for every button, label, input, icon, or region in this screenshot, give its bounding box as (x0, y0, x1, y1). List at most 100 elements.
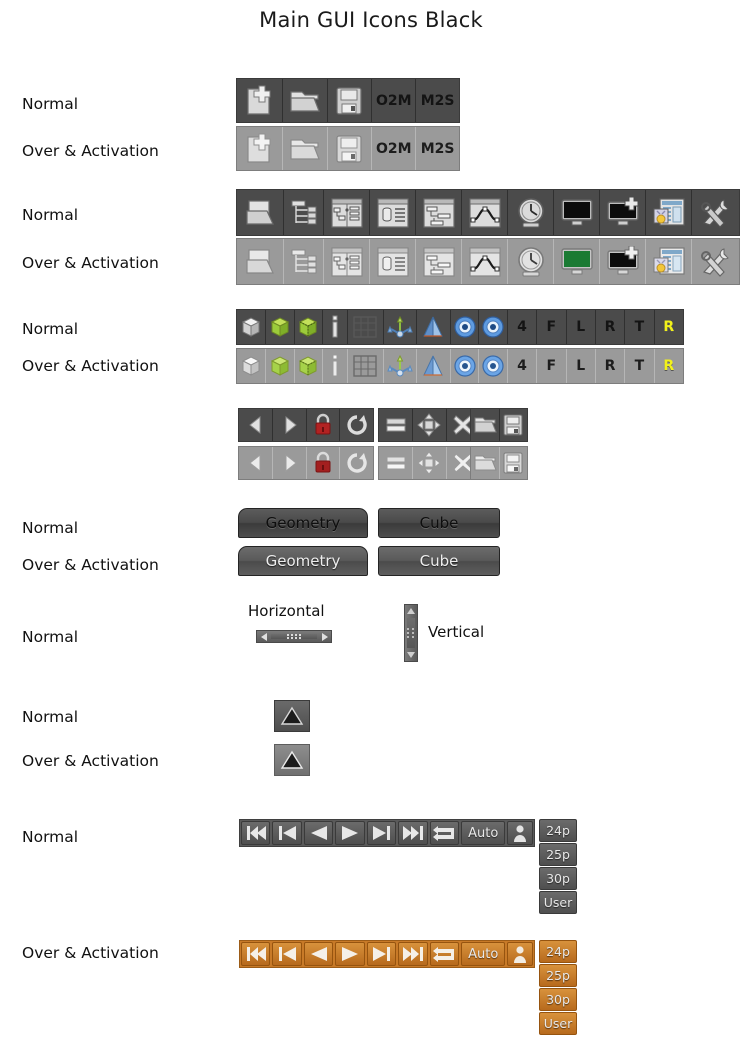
camera-eye-icon[interactable] (449, 349, 478, 383)
loop-button[interactable] (429, 942, 460, 966)
save-floppy-icon[interactable] (326, 127, 372, 170)
render-settings-icon[interactable] (645, 190, 691, 235)
window-controls-normal[interactable] (378, 408, 480, 442)
project-folder-icon[interactable] (237, 239, 283, 284)
fps-option-24p[interactable]: 24p (539, 819, 577, 842)
wire-cube-icon[interactable] (293, 310, 322, 344)
camera-eye-icon[interactable] (449, 310, 478, 344)
fps-option-30p[interactable]: 30p (539, 867, 577, 890)
info-icon[interactable] (322, 310, 347, 344)
solid-cube-icon[interactable] (265, 349, 293, 383)
tools-icon[interactable] (691, 190, 737, 235)
shaded-cube-icon[interactable] (237, 310, 265, 344)
new-file-icon[interactable] (237, 127, 282, 170)
fps-option-30p[interactable]: 30p (539, 988, 577, 1011)
viewport-icon[interactable] (553, 239, 599, 284)
loop-button[interactable] (429, 821, 460, 845)
grid-icon[interactable] (346, 310, 383, 344)
geometry-button-over[interactable]: Geometry (238, 546, 368, 576)
axis-gizmo-icon[interactable] (382, 310, 416, 344)
display-toolbar-normal[interactable]: 4 F L R T R (236, 309, 684, 345)
cube-button-normal[interactable]: Cube (378, 508, 500, 538)
view-4-button[interactable]: 4 (506, 349, 536, 383)
scroll-down-arrow-icon[interactable] (405, 648, 417, 661)
curve-editor-icon[interactable] (461, 190, 507, 235)
back-arrow-icon[interactable] (239, 447, 272, 479)
character-button[interactable] (507, 942, 534, 966)
project-folder-icon[interactable] (237, 190, 283, 235)
play-backward-button[interactable] (303, 942, 334, 966)
outliner-icon[interactable] (283, 190, 323, 235)
view-front-button[interactable]: F (536, 349, 565, 383)
outliner-icon[interactable] (283, 239, 323, 284)
fps-option-user[interactable]: User (539, 1012, 577, 1035)
fps-option-25p[interactable]: 25p (539, 843, 577, 866)
fps-option-25p[interactable]: 25p (539, 964, 577, 987)
add-viewport-icon[interactable] (599, 239, 645, 284)
shaded-cube-icon[interactable] (237, 349, 265, 383)
scroll-left-arrow-icon[interactable] (257, 631, 271, 642)
camera-eye-2-icon[interactable] (478, 349, 506, 383)
previous-frame-button[interactable] (272, 821, 302, 845)
view-top-button[interactable]: T (624, 349, 653, 383)
character-button[interactable] (507, 821, 534, 845)
view-top-button[interactable]: T (624, 310, 653, 344)
m2s-button[interactable]: M2S (415, 79, 459, 122)
timeline-clock-icon[interactable] (507, 239, 553, 284)
window-toolbar-normal[interactable] (236, 189, 740, 236)
auto-key-button[interactable]: Auto (461, 821, 506, 845)
open-folder-icon[interactable] (281, 79, 327, 122)
play-forward-button[interactable] (335, 821, 365, 845)
scroll-right-arrow-icon[interactable] (317, 631, 331, 642)
view-render-button[interactable]: R (653, 310, 683, 344)
refresh-icon[interactable] (339, 447, 373, 479)
window-controls-over[interactable] (378, 446, 480, 480)
o2m-button[interactable]: O2M (371, 127, 415, 170)
light-cone-icon[interactable] (415, 310, 450, 344)
open-folder-icon[interactable] (471, 447, 499, 479)
minimize-icon[interactable] (379, 409, 412, 441)
fit-view-icon[interactable] (412, 447, 445, 479)
m2s-button[interactable]: M2S (415, 127, 459, 170)
play-forward-button[interactable] (335, 942, 365, 966)
view-left-button[interactable]: L (565, 310, 595, 344)
cube-button-over[interactable]: Cube (378, 546, 500, 576)
skip-to-start-button[interactable] (241, 942, 271, 966)
properties-icon[interactable] (369, 190, 415, 235)
minimize-icon[interactable] (379, 447, 412, 479)
viewport-icon[interactable] (553, 190, 599, 235)
previous-frame-button[interactable] (272, 942, 302, 966)
triangle-button-over[interactable] (274, 744, 310, 776)
node-editor-icon[interactable] (323, 190, 369, 235)
view-right-button[interactable]: R (594, 310, 624, 344)
camera-eye-2-icon[interactable] (478, 310, 506, 344)
render-settings-icon[interactable] (645, 239, 691, 284)
play-backward-button[interactable] (303, 821, 334, 845)
info-icon[interactable] (322, 349, 347, 383)
vertical-scrollbar[interactable] (404, 604, 418, 662)
view-left-button[interactable]: L (565, 349, 595, 383)
triangle-button-normal[interactable] (274, 700, 310, 732)
fps-option-24p[interactable]: 24p (539, 940, 577, 963)
view-right-button[interactable]: R (594, 349, 624, 383)
refresh-icon[interactable] (339, 409, 373, 441)
tools-icon[interactable] (691, 239, 737, 284)
horizontal-scroll-thumb[interactable] (271, 634, 317, 639)
properties-icon[interactable] (369, 239, 415, 284)
file-toolbar-over[interactable]: O2M M2S (236, 126, 460, 171)
fit-view-icon[interactable] (412, 409, 445, 441)
grid-icon[interactable] (346, 349, 383, 383)
file-actions-over[interactable] (470, 446, 528, 480)
light-cone-icon[interactable] (415, 349, 450, 383)
vertical-scroll-thumb[interactable] (407, 618, 415, 648)
nav-toolbar-normal[interactable] (238, 408, 374, 442)
save-floppy-icon[interactable] (498, 409, 527, 441)
view-render-button[interactable]: R (653, 349, 683, 383)
fps-dropdown-normal[interactable]: 24p 25p 30p User (539, 819, 577, 915)
fps-option-user[interactable]: User (539, 891, 577, 914)
transport-bar-over[interactable]: Auto (239, 940, 535, 968)
wire-cube-icon[interactable] (293, 349, 322, 383)
skip-to-end-button[interactable] (398, 942, 428, 966)
add-viewport-icon[interactable] (599, 190, 645, 235)
transport-bar-normal[interactable]: Auto (239, 819, 535, 847)
